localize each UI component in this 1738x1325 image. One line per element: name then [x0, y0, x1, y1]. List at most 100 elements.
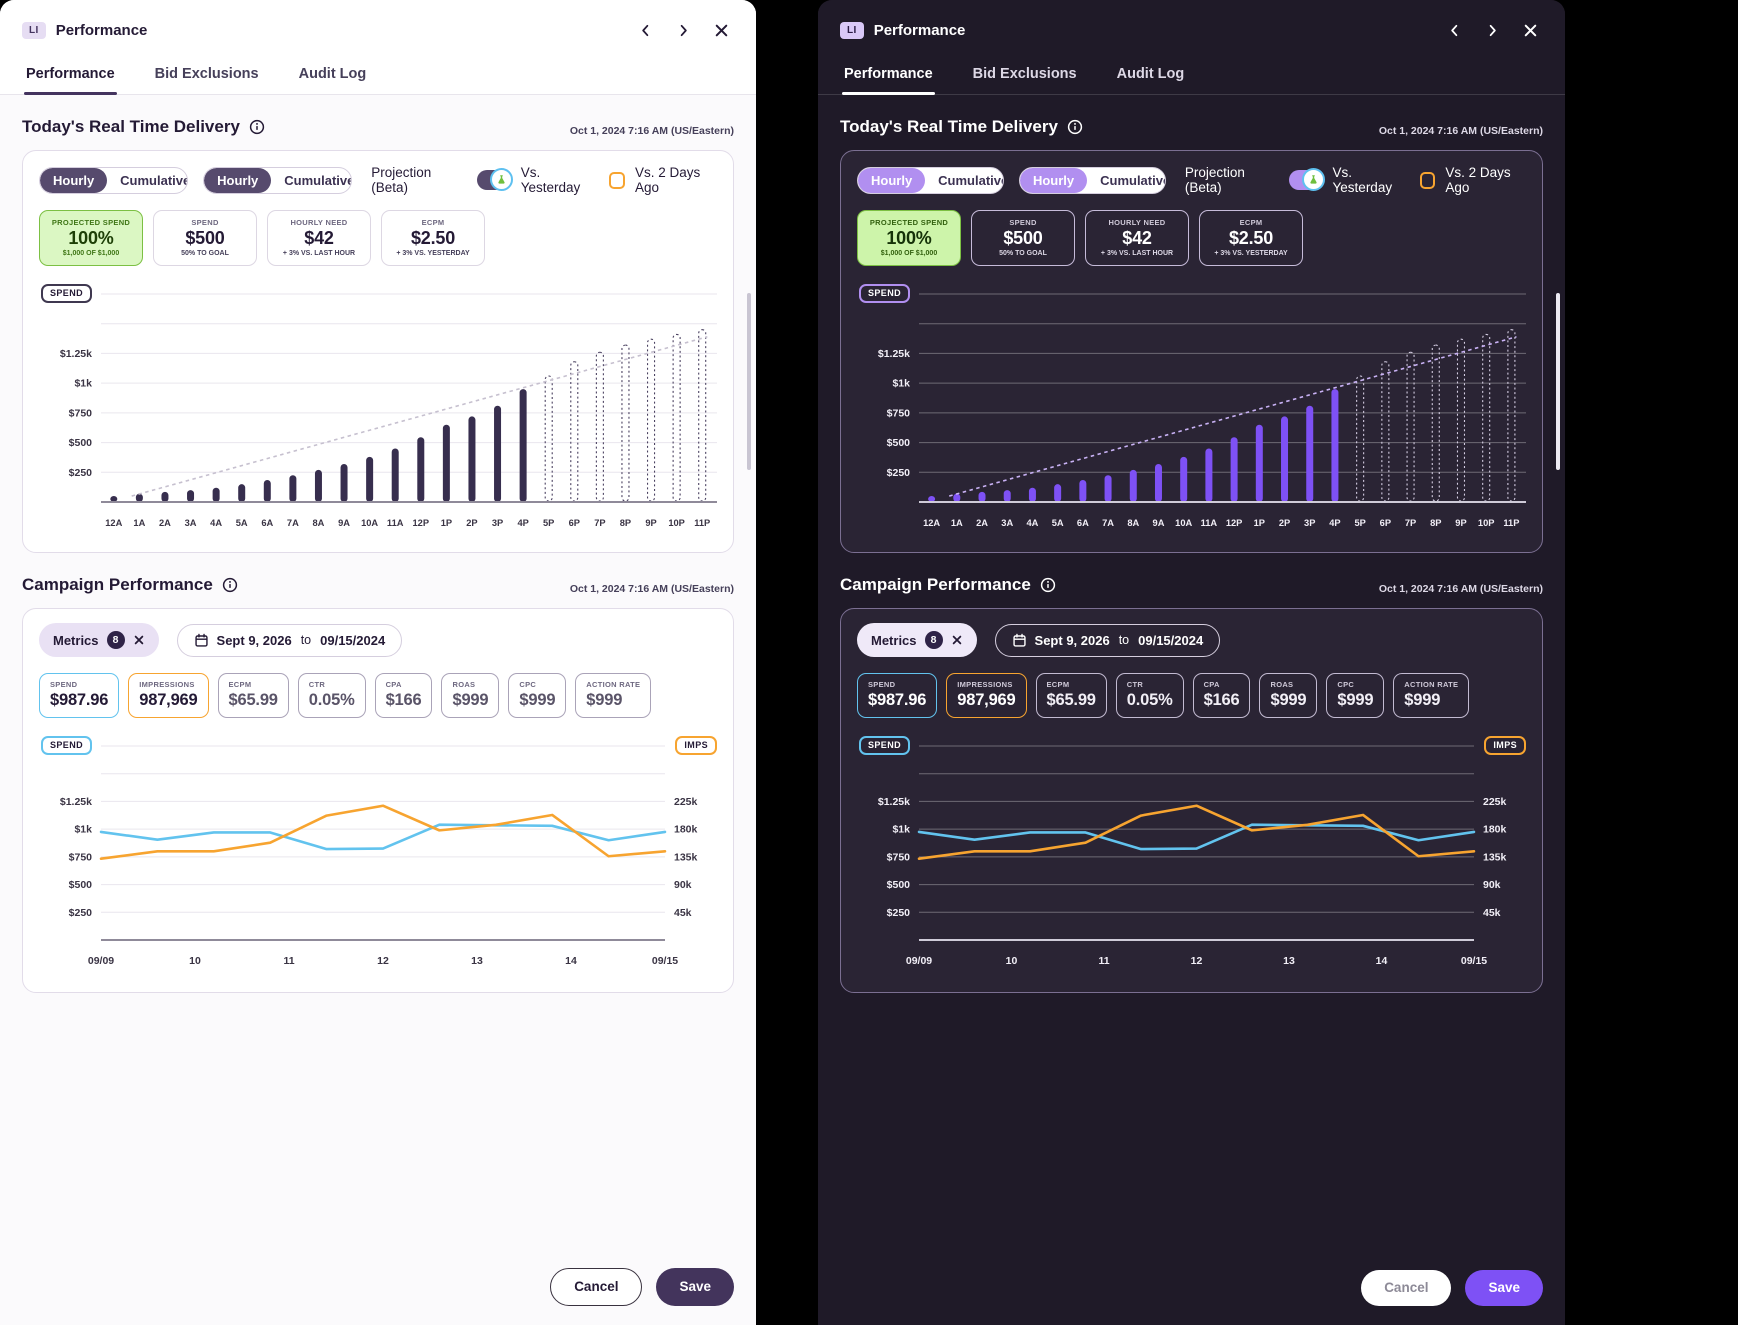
metric-label: PROJECTED SPEND: [870, 218, 948, 227]
segment-option[interactable]: Cumulative: [107, 168, 188, 193]
metric-value: $42: [1122, 228, 1151, 249]
svg-text:$500: $500: [887, 879, 911, 891]
metric-value: $166: [386, 691, 422, 710]
svg-text:3A: 3A: [185, 518, 197, 528]
metric-label: ECPM: [422, 218, 445, 227]
campaign-metric-card[interactable]: ACTION RATE $999: [1393, 673, 1469, 718]
delivery-metric-card: SPEND $500 50% TO GOAL: [971, 210, 1075, 266]
prev-arrow-icon[interactable]: [1441, 17, 1467, 43]
vs-2days-checkbox[interactable]: [609, 172, 625, 189]
metric-value: $999: [1404, 691, 1458, 710]
cancel-button[interactable]: Cancel: [1361, 1270, 1451, 1306]
metric-subtext: $1,000 OF $1,000: [63, 250, 119, 257]
svg-text:$1k: $1k: [892, 378, 910, 390]
prev-arrow-icon[interactable]: [632, 17, 658, 43]
calendar-icon: [1012, 633, 1027, 648]
remove-metrics-icon[interactable]: [133, 634, 145, 646]
close-icon[interactable]: [1517, 17, 1543, 43]
campaign-metric-card[interactable]: IMPRESSIONS 987,969: [128, 673, 208, 718]
tab-bar: Performance Bid Exclusions Audit Log: [0, 60, 756, 95]
panel-content: Today's Real Time Delivery Oct 1, 2024 7…: [0, 117, 756, 993]
tab[interactable]: Audit Log: [297, 60, 369, 94]
metrics-count-badge: 8: [925, 631, 943, 649]
metrics-count-badge: 8: [107, 631, 125, 649]
svg-text:9A: 9A: [1153, 518, 1165, 528]
info-icon[interactable]: [1040, 577, 1056, 593]
svg-text:$1k: $1k: [74, 378, 92, 390]
campaign-metric-card[interactable]: CPC $999: [1326, 673, 1384, 718]
metric-label: IMPRESSIONS: [957, 680, 1015, 689]
tab[interactable]: Performance: [24, 60, 117, 94]
date-range-to: to: [1119, 633, 1129, 647]
campaign-metric-card[interactable]: CTR 0.05%: [298, 673, 366, 718]
info-icon[interactable]: [1067, 119, 1083, 135]
campaign-metric-card[interactable]: ROAS $999: [441, 673, 499, 718]
close-icon[interactable]: [708, 17, 734, 43]
cancel-button[interactable]: Cancel: [550, 1268, 642, 1306]
campaign-metric-card[interactable]: CPA $166: [375, 673, 433, 718]
info-icon[interactable]: [249, 119, 265, 135]
next-arrow-icon[interactable]: [1479, 17, 1505, 43]
info-icon[interactable]: [222, 577, 238, 593]
save-button[interactable]: Save: [656, 1268, 734, 1306]
metric-value: $500: [1003, 228, 1042, 249]
svg-text:7A: 7A: [1102, 518, 1114, 528]
remove-metrics-icon[interactable]: [951, 634, 963, 646]
campaign-metric-card[interactable]: ECPM $65.99: [218, 673, 289, 718]
svg-text:$750: $750: [887, 407, 911, 419]
svg-text:12P: 12P: [413, 518, 430, 528]
delivery-metric-card: ECPM $2.50 + 3% VS. YESTERDAY: [381, 210, 485, 266]
delivery-controls: HourlyCumulative HourlyCumulative Projec…: [39, 165, 717, 195]
campaign-metric-card[interactable]: CTR 0.05%: [1116, 673, 1184, 718]
campaign-section-header: Campaign Performance Oct 1, 2024 7:16 AM…: [840, 575, 1543, 595]
campaign-metric-card[interactable]: SPEND $987.96: [39, 673, 119, 718]
segment-option[interactable]: Cumulative: [1087, 168, 1166, 193]
next-arrow-icon[interactable]: [670, 17, 696, 43]
spend-chip[interactable]: SPEND: [41, 284, 92, 303]
segment-option[interactable]: Hourly: [858, 168, 925, 193]
campaign-section-title: Campaign Performance: [840, 575, 1031, 595]
segment-option[interactable]: Cumulative: [271, 168, 352, 193]
scrollbar[interactable]: [747, 293, 751, 470]
campaign-metric-card[interactable]: SPEND $987.96: [857, 673, 937, 718]
campaign-metric-card[interactable]: CPA $166: [1193, 673, 1251, 718]
spend-chip[interactable]: SPEND: [859, 284, 910, 303]
campaign-metric-card[interactable]: IMPRESSIONS 987,969: [946, 673, 1026, 718]
delivery-bar-chart: $250$500$750$1k$1.25k12A1A2A3A4A5A6A7A8A…: [857, 284, 1526, 536]
tab[interactable]: Audit Log: [1115, 60, 1187, 94]
panel-title: Performance: [874, 22, 966, 39]
scrollbar[interactable]: [1556, 293, 1560, 470]
delivery-timestamp: Oct 1, 2024 7:16 AM (US/Eastern): [1379, 125, 1543, 137]
delivery-card: HourlyCumulative HourlyCumulative Projec…: [840, 150, 1543, 553]
imps-axis-chip[interactable]: IMPS: [1484, 736, 1526, 755]
segment-option[interactable]: Hourly: [1020, 168, 1087, 193]
campaign-metric-card[interactable]: ECPM $65.99: [1036, 673, 1107, 718]
segment-option[interactable]: Cumulative: [925, 168, 1004, 193]
campaign-metric-card[interactable]: CPC $999: [508, 673, 566, 718]
metrics-filter-pill[interactable]: Metrics 8: [39, 623, 159, 657]
metric-label: SPEND: [868, 680, 926, 689]
delivery-metric-card: HOURLY NEED $42 + 3% VS. LAST HOUR: [1085, 210, 1189, 266]
segment-option[interactable]: Hourly: [204, 168, 271, 193]
imps-axis-chip[interactable]: IMPS: [675, 736, 717, 755]
date-range-picker[interactable]: Sept 9, 2026 to 09/15/2024: [177, 624, 403, 657]
svg-text:14: 14: [1376, 955, 1388, 967]
svg-text:4A: 4A: [210, 518, 222, 528]
vs-yesterday-toggle[interactable]: [1289, 170, 1322, 190]
vs-2days-checkbox[interactable]: [1420, 172, 1435, 189]
metrics-filter-pill[interactable]: Metrics 8: [857, 623, 977, 657]
spend-axis-chip[interactable]: SPEND: [41, 736, 92, 755]
segment-option[interactable]: Hourly: [40, 168, 107, 193]
vs-yesterday-toggle[interactable]: [477, 170, 511, 190]
delivery-metric-cards: PROJECTED SPEND 100% $1,000 OF $1,000 SP…: [857, 210, 1526, 266]
tab[interactable]: Performance: [842, 60, 935, 94]
campaign-metric-card[interactable]: ROAS $999: [1259, 673, 1317, 718]
campaign-metric-card[interactable]: ACTION RATE $999: [575, 673, 651, 718]
save-button[interactable]: Save: [1465, 1270, 1543, 1306]
date-range-to: to: [301, 633, 311, 647]
tab[interactable]: Bid Exclusions: [971, 60, 1079, 94]
projection-beta-label: Projection (Beta): [371, 165, 462, 195]
spend-axis-chip[interactable]: SPEND: [859, 736, 910, 755]
tab[interactable]: Bid Exclusions: [153, 60, 261, 94]
date-range-picker[interactable]: Sept 9, 2026 to 09/15/2024: [995, 624, 1221, 657]
